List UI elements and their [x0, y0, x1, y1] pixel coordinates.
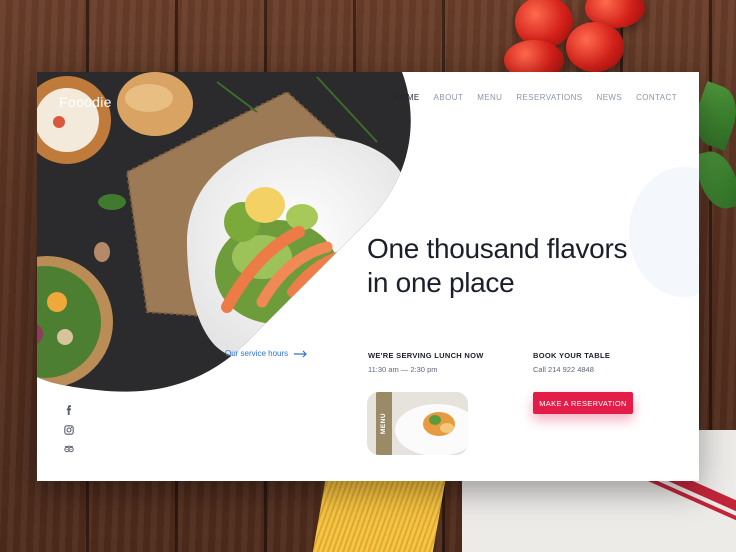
nav-item-contact[interactable]: CONTACT [636, 93, 677, 102]
nav-item-reservations[interactable]: RESERVATIONS [516, 93, 582, 102]
arrow-right-icon [294, 350, 307, 357]
hero-food-image: Fooodie [37, 72, 412, 392]
hero-headline-line2: in one place [367, 267, 515, 298]
nav-item-menu[interactable]: MENU [477, 93, 502, 102]
booking-phone[interactable]: Call 214 922 4848 [533, 365, 594, 374]
nav-item-news[interactable]: NEWS [597, 93, 623, 102]
tomato-decoration [566, 22, 624, 72]
booking-title: BOOK YOUR TABLE [533, 351, 611, 360]
facebook-icon[interactable] [63, 404, 75, 416]
basil-leaf-decoration [692, 146, 736, 214]
make-reservation-button[interactable]: MAKE A RESERVATION [533, 392, 633, 414]
lunch-title: WE'RE SERVING LUNCH NOW [368, 351, 484, 360]
menu-card[interactable]: MENU [367, 392, 468, 455]
main-nav: HOME ABOUT MENU RESERVATIONS NEWS CONTAC… [394, 93, 677, 102]
menu-tab-label: MENU [380, 412, 388, 435]
hero-headline: One thousand flavors in one place [367, 232, 667, 300]
service-hours-label: Our service hours [225, 349, 289, 358]
landing-page-card: Fooodie HOME ABOUT MENU RESERVATIONS NEW… [37, 72, 699, 481]
lunch-hours: 11:30 am — 2:30 pm [368, 365, 438, 374]
brand-logo[interactable]: Fooodie [59, 94, 112, 110]
menu-tab[interactable]: MENU [376, 392, 392, 455]
nav-item-home[interactable]: HOME [394, 93, 420, 102]
tripadvisor-icon[interactable] [63, 443, 75, 455]
hero-headline-line1: One thousand flavors [367, 233, 628, 264]
service-hours-link[interactable]: Our service hours [225, 349, 308, 358]
instagram-icon[interactable] [63, 424, 75, 436]
nav-item-about[interactable]: ABOUT [434, 93, 464, 102]
pasta-decoration [312, 470, 448, 552]
